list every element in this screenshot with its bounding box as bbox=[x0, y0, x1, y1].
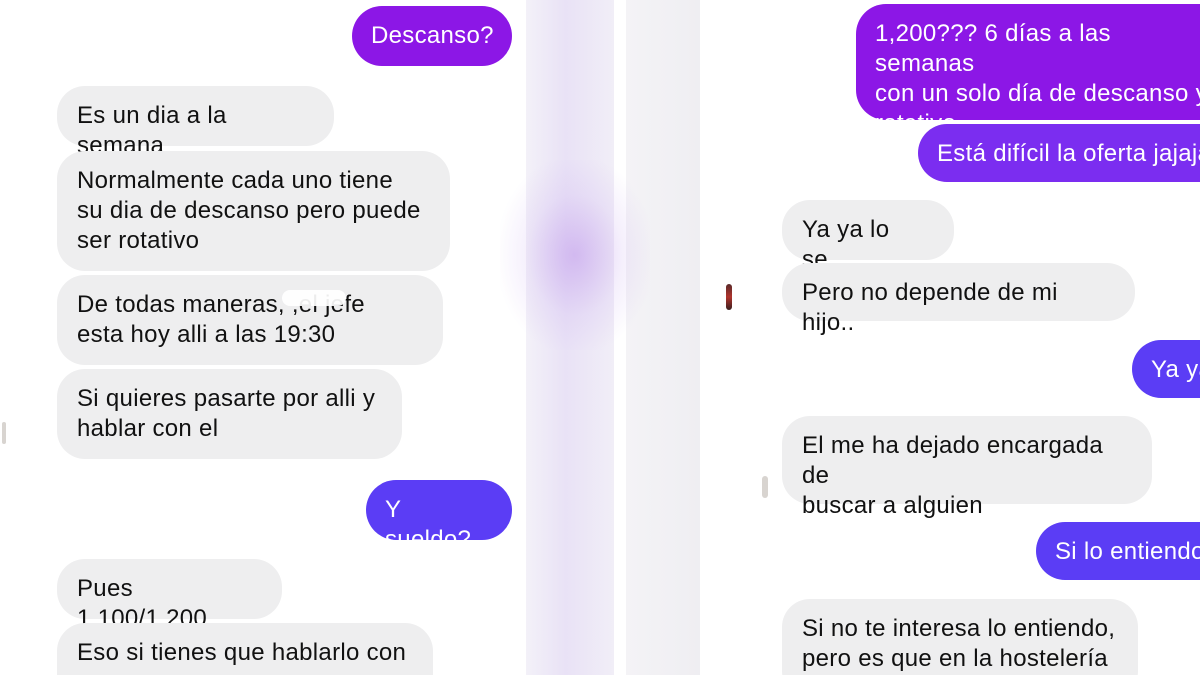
message-bubble-incoming[interactable]: Pues 1.100/1.200 bbox=[57, 559, 282, 632]
redaction-smudge bbox=[282, 290, 346, 306]
divider-strip bbox=[526, 0, 614, 675]
message-bubble-outgoing[interactable]: 1,200??? 6 días a las semanas con un sol… bbox=[856, 4, 1200, 137]
message-bubble-outgoing[interactable]: Y sueldo? bbox=[366, 480, 512, 553]
sender-avatar-icon bbox=[726, 284, 732, 310]
message-bubble-incoming[interactable]: Es un dia a la semana bbox=[57, 86, 334, 159]
message-bubble-incoming[interactable]: Si no te interesa lo entiendo, pero es q… bbox=[782, 599, 1138, 675]
divider-gap bbox=[614, 0, 626, 675]
divider-strip bbox=[626, 0, 700, 675]
sender-avatar-icon bbox=[2, 422, 6, 444]
message-bubble-outgoing[interactable]: Ya ya bbox=[1132, 340, 1200, 398]
message-bubble-outgoing[interactable]: Si lo entiendo bbox=[1036, 522, 1200, 580]
sender-avatar-icon bbox=[762, 476, 768, 498]
message-bubble-incoming[interactable]: El me ha dejado encargada de buscar a al… bbox=[782, 416, 1152, 519]
message-bubble-incoming[interactable]: Si quieres pasarte por alli y hablar con… bbox=[57, 369, 402, 459]
left-chat-panel: Descanso? Es un dia a la semana Normalme… bbox=[0, 0, 526, 675]
message-bubble-outgoing[interactable]: Descanso? bbox=[352, 6, 512, 66]
message-bubble-incoming[interactable]: Pero no depende de mi hijo.. bbox=[782, 263, 1135, 336]
message-bubble-outgoing[interactable]: Está difícil la oferta jajaja bbox=[918, 124, 1200, 182]
message-bubble-incoming[interactable]: Ya ya lo se... bbox=[782, 200, 954, 273]
message-bubble-incoming[interactable]: Eso si tienes que hablarlo con bbox=[57, 623, 433, 675]
message-bubble-incoming[interactable]: Normalmente cada uno tiene su dia de des… bbox=[57, 151, 450, 271]
message-bubble-incoming[interactable]: De todas maneras, ,el jefe esta hoy alli… bbox=[57, 275, 443, 365]
right-chat-panel: 1,200??? 6 días a las semanas con un sol… bbox=[700, 0, 1200, 675]
